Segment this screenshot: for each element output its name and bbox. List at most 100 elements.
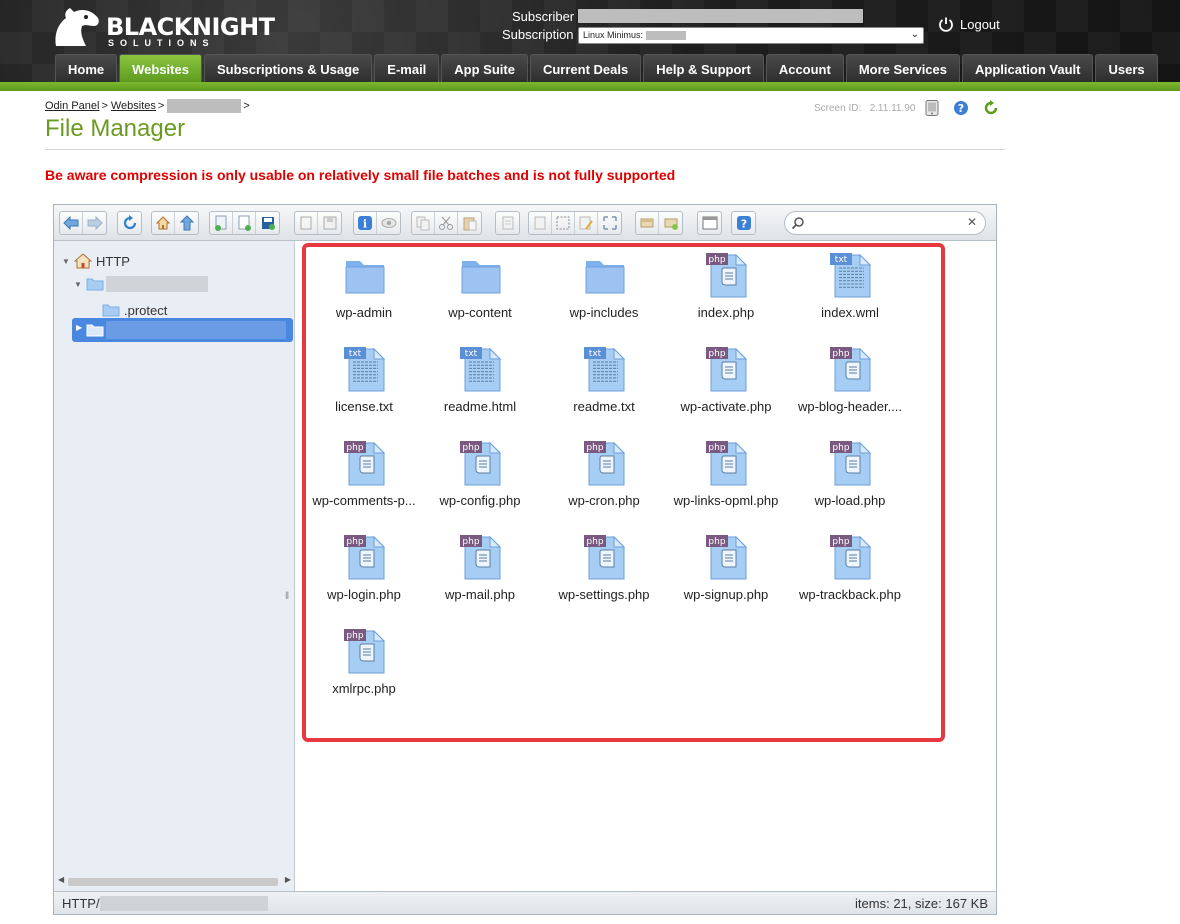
expand-arrow-icon[interactable]: ▼ [74, 280, 84, 289]
tree-item-http[interactable]: ▼ HTTP [62, 250, 130, 272]
svg-text:php: php [832, 443, 849, 453]
tree-horizontal-scrollbar[interactable]: ◀ ▶ [58, 875, 291, 887]
file-item-name: wp-signup.php [683, 587, 769, 602]
file-item[interactable]: wp-includes [544, 247, 664, 337]
file-item[interactable]: php wp-mail.php [420, 529, 540, 619]
collapse-arrow-icon[interactable]: ▶ [76, 323, 82, 332]
tablet-icon[interactable] [925, 100, 939, 116]
file-item[interactable]: php wp-activate.php [666, 341, 786, 431]
file-icon-wrapper: php [344, 439, 386, 486]
nav-tab-account[interactable]: Account [765, 54, 844, 82]
forward-button[interactable] [83, 212, 106, 234]
file-item[interactable]: php wp-load.php [790, 435, 910, 525]
select-all-button[interactable] [552, 212, 575, 234]
breadcrumb-websites[interactable]: Websites [111, 100, 156, 112]
brand-logo[interactable]: BLACKNIGHT SOLUTIONS [52, 4, 275, 50]
file-item[interactable]: txt license.txt [304, 341, 424, 431]
nav-tab-home[interactable]: Home [55, 54, 118, 82]
cut-button[interactable] [435, 212, 458, 234]
logout-label: Logout [960, 16, 1000, 32]
svg-text:php: php [708, 255, 725, 265]
panel-splitter-handle[interactable]: ‖ [285, 591, 289, 602]
file-item[interactable]: wp-admin [304, 247, 424, 337]
subscription-select[interactable]: Linux Minimus: ⌄ [578, 27, 924, 44]
folder-icon [102, 304, 120, 317]
search-icon [791, 217, 804, 230]
archive-button[interactable] [636, 212, 659, 234]
toolbar-group-view [697, 211, 722, 235]
help-icon[interactable]: ? [953, 100, 969, 116]
view-button[interactable] [377, 212, 400, 234]
file-item[interactable]: txt index.wml [790, 247, 910, 337]
file-item[interactable]: php xmlrpc.php [304, 623, 424, 713]
file-item-name: wp-admin [335, 305, 393, 320]
file-item[interactable]: php wp-settings.php [544, 529, 664, 619]
svg-text:php: php [708, 537, 725, 547]
tree-scroll-thumb[interactable] [68, 878, 278, 886]
new-file-button[interactable] [233, 212, 256, 234]
home-button[interactable] [152, 212, 175, 234]
tree-item-domain[interactable]: ▼ [74, 273, 208, 295]
refresh-icon[interactable] [983, 100, 999, 116]
view-mode-icon [702, 216, 717, 230]
file-item[interactable]: txt readme.txt [544, 341, 664, 431]
file-item[interactable]: txt readme.html [420, 341, 540, 431]
nav-tab-app-suite[interactable]: App Suite [441, 54, 528, 82]
svg-text:php: php [832, 537, 849, 547]
file-item[interactable]: php wp-config.php [420, 435, 540, 525]
breadcrumb: Odin Panel > Websites > > [45, 99, 253, 113]
rename-button[interactable] [529, 212, 552, 234]
file-search-input[interactable]: ✕ [784, 211, 986, 235]
edit-button[interactable] [575, 212, 598, 234]
scroll-left-icon[interactable]: ◀ [58, 875, 64, 884]
file-item-name: readme.txt [573, 399, 635, 414]
expand-arrow-icon[interactable]: ▼ [62, 257, 72, 266]
clear-search-icon[interactable]: ✕ [967, 215, 977, 229]
file-item[interactable]: php wp-login.php [304, 529, 424, 619]
duplicate-button[interactable] [496, 212, 519, 234]
reload-button[interactable] [118, 212, 141, 234]
current-path: HTTP/ [62, 896, 268, 911]
nav-tab-current-deals[interactable]: Current Deals [529, 54, 642, 82]
nav-tab-users[interactable]: Users [1095, 54, 1158, 82]
copy-button[interactable] [412, 212, 435, 234]
file-item[interactable]: php wp-trackback.php [790, 529, 910, 619]
nav-tab-help-support[interactable]: Help & Support [643, 54, 764, 82]
file-icon-wrapper: php [344, 627, 386, 674]
toolbar-group-info: i [353, 211, 401, 235]
breadcrumb-odin-panel[interactable]: Odin Panel [45, 100, 99, 112]
file-item[interactable]: wp-content [420, 247, 540, 337]
title-divider [45, 149, 1005, 150]
file-item[interactable]: php index.php [666, 247, 786, 337]
nav-tab-application-vault[interactable]: Application Vault [962, 54, 1094, 82]
info-button[interactable]: i [354, 212, 377, 234]
view-mode-button[interactable] [698, 212, 721, 234]
tree-item-selected[interactable]: ▶ [72, 318, 293, 342]
upload-button[interactable] [256, 212, 279, 234]
scroll-right-icon[interactable]: ▶ [285, 875, 291, 884]
logout-button[interactable]: Logout [938, 16, 1000, 32]
file-item[interactable]: php wp-cron.php [544, 435, 664, 525]
file-icon-wrapper: php [830, 533, 872, 580]
file-item[interactable]: php wp-links-opml.php [666, 435, 786, 525]
open-icon [300, 216, 312, 230]
nav-tab-websites[interactable]: Websites [119, 54, 202, 82]
up-button[interactable] [175, 212, 198, 234]
new-folder-icon [215, 215, 227, 231]
file-item[interactable]: php wp-signup.php [666, 529, 786, 619]
nav-tab-more-services[interactable]: More Services [845, 54, 960, 82]
resize-button[interactable] [598, 212, 621, 234]
nav-tab-email[interactable]: E-mail [374, 54, 440, 82]
file-item[interactable]: php wp-comments-p... [304, 435, 424, 525]
php-file-icon: php [706, 441, 748, 486]
back-button[interactable] [60, 212, 83, 234]
paste-button[interactable] [458, 212, 481, 234]
file-item[interactable]: php wp-blog-header.... [790, 341, 910, 431]
extract-button[interactable] [659, 212, 682, 234]
open-button[interactable] [295, 212, 318, 234]
nav-tab-subscriptions[interactable]: Subscriptions & Usage [203, 54, 373, 82]
new-folder-button[interactable] [210, 212, 233, 234]
help-button[interactable]: ? [732, 212, 755, 234]
select-all-icon [556, 216, 570, 230]
save-button[interactable] [318, 212, 341, 234]
